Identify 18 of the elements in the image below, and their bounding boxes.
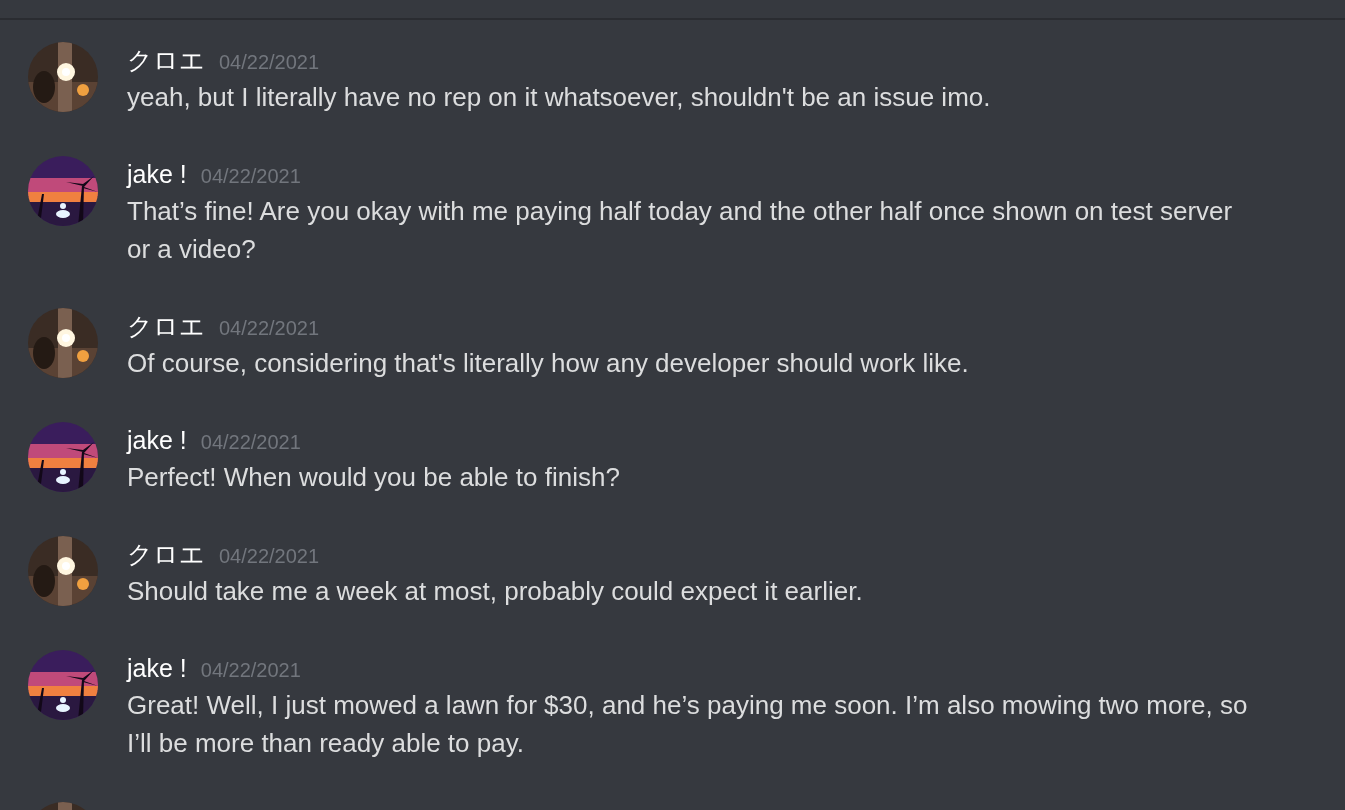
message-text: Should take me a week at most, probably could expect it earlier. bbox=[127, 575, 863, 608]
timestamp: 04/22/2021 bbox=[219, 316, 320, 341]
timestamp: 04/22/2021 bbox=[219, 544, 320, 569]
message-text: Great! Well, I just mowed a lawn for $30, and he’s paying me soon. I’m also mowing two more, so I’ll be more than ready able to pay. bbox=[127, 689, 1249, 760]
timestamp: 04/22/2021 bbox=[200, 164, 301, 189]
timestamp: 04/22/2021 bbox=[219, 50, 320, 75]
message-text: That’s fine! Are you okay with me paying half today and the other half once shown on test server or a video? bbox=[127, 195, 1234, 266]
timestamp: 04/22/2021 bbox=[200, 658, 301, 683]
username[interactable]: jake ! bbox=[127, 650, 187, 686]
username[interactable]: jake ! bbox=[127, 422, 187, 458]
username[interactable]: クロエ bbox=[127, 536, 205, 572]
message-text: Of course, considering that's literally how any developer should work like. bbox=[127, 347, 969, 380]
timestamp: 04/22/2021 bbox=[200, 430, 301, 455]
username[interactable]: クロエ bbox=[127, 42, 205, 78]
message-text: yeah, but I literally have no rep on it whatsoever, shouldn't be an issue imo. bbox=[127, 81, 991, 114]
message-text: Perfect! When would you be able to finish? bbox=[127, 461, 620, 494]
username[interactable]: jake ! bbox=[127, 156, 187, 192]
username[interactable]: クロエ bbox=[127, 308, 205, 344]
